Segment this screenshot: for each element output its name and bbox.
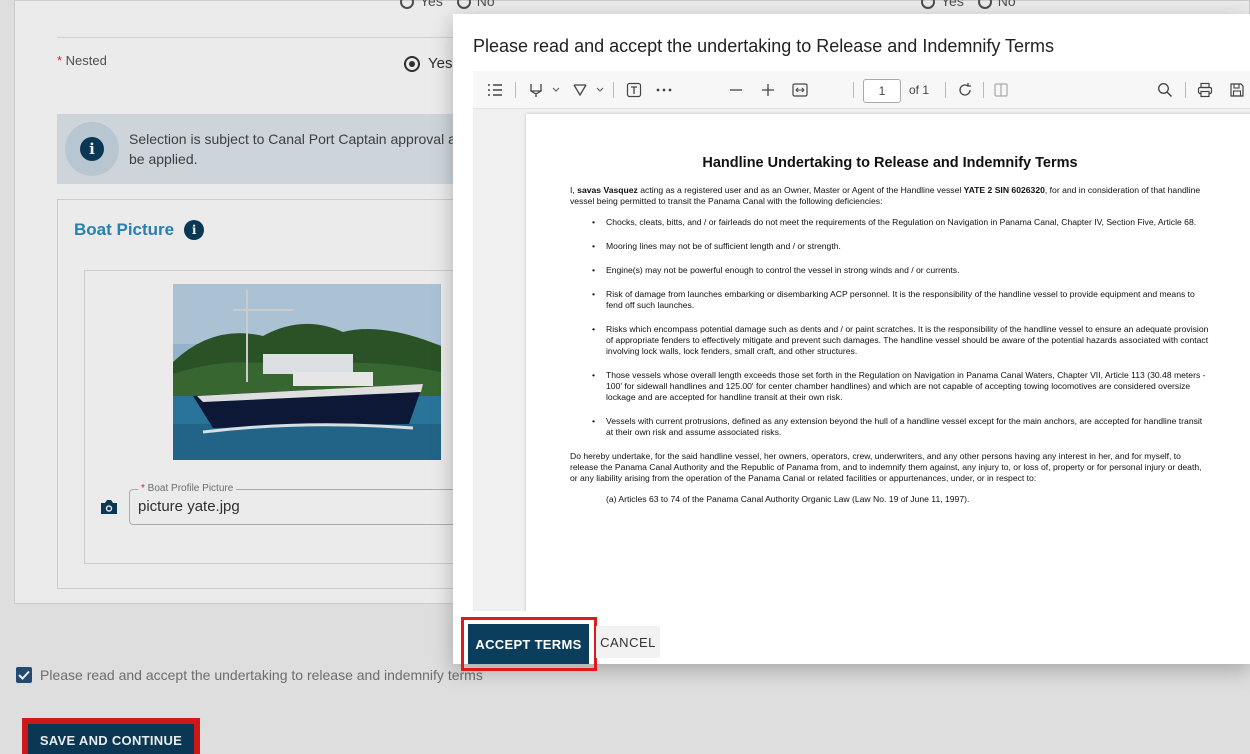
list-item: Engine(s) may not be powerful enough to …	[570, 265, 1210, 276]
toolbar-divider	[613, 82, 614, 98]
highlight-icon[interactable]	[525, 71, 547, 109]
more-options-icon[interactable]	[653, 71, 675, 109]
rotate-icon[interactable]	[953, 71, 977, 109]
accept-terms-button[interactable]: ACCEPT TERMS	[468, 624, 589, 664]
vessel-name: YATE 2 SIN 6026320	[963, 185, 1045, 195]
list-item: Those vessels whose overall length excee…	[570, 370, 1210, 403]
list-item: Chocks, cleats, bitts, and / or fairlead…	[570, 217, 1210, 228]
document-heading: Handline Undertaking to Release and Inde…	[702, 155, 1078, 171]
chevron-down-icon[interactable]	[549, 71, 563, 109]
search-icon[interactable]	[1153, 71, 1177, 109]
fit-width-icon[interactable]	[789, 71, 811, 109]
accept-terms-highlight: ACCEPT TERMS	[461, 617, 597, 671]
zoom-in-icon[interactable]	[757, 71, 779, 109]
pdf-viewer: 1 of 1 Handline Undertaking to Release a…	[473, 71, 1250, 611]
page-number-input[interactable]: 1	[863, 79, 901, 103]
save-icon[interactable]	[1225, 71, 1249, 109]
toolbar-divider	[945, 82, 946, 98]
modal-title: Please read and accept the undertaking t…	[473, 36, 1055, 56]
document-intro: I, savas Vasquez acting as a registered …	[570, 185, 1210, 207]
pdf-toolbar: 1 of 1	[473, 71, 1250, 109]
terms-modal: Please read and accept the undertaking t…	[453, 14, 1250, 671]
cancel-button[interactable]: CANCEL	[596, 626, 660, 658]
text-box-icon[interactable]	[623, 71, 645, 109]
print-icon[interactable]	[1193, 71, 1217, 109]
chevron-down-icon[interactable]	[593, 71, 607, 109]
draw-icon[interactable]	[569, 71, 591, 109]
pdf-page: Handline Undertaking to Release and Inde…	[526, 114, 1250, 611]
toolbar-divider	[1185, 82, 1186, 98]
undertake-paragraph: Do hereby undertake, for the said handli…	[570, 451, 1202, 483]
list-item: Vessels with current protrusions, define…	[570, 416, 1210, 438]
terms-document: Handline Undertaking to Release and Inde…	[570, 155, 1210, 515]
list-item: Risk of damage from launches embarking o…	[570, 289, 1210, 311]
toolbar-divider	[515, 82, 516, 98]
contents-icon[interactable]	[483, 71, 507, 109]
toolbar-divider	[853, 82, 854, 98]
user-name: savas Vasquez	[577, 185, 638, 195]
deficiency-list: Chocks, cleats, bitts, and / or fairlead…	[570, 217, 1210, 438]
clause-a: (a) Articles 63 to 74 of the Panama Cana…	[606, 494, 970, 504]
toolbar-divider	[983, 82, 984, 98]
page-view-icon[interactable]	[989, 71, 1013, 109]
intro-mid: acting as a registered user and as an Ow…	[637, 185, 964, 195]
page-count: of 1	[909, 83, 930, 97]
zoom-out-icon[interactable]	[725, 71, 747, 109]
list-item: Mooring lines may not be of sufficient l…	[570, 241, 1210, 252]
list-item: Risks which encompass potential damage s…	[570, 324, 1210, 357]
